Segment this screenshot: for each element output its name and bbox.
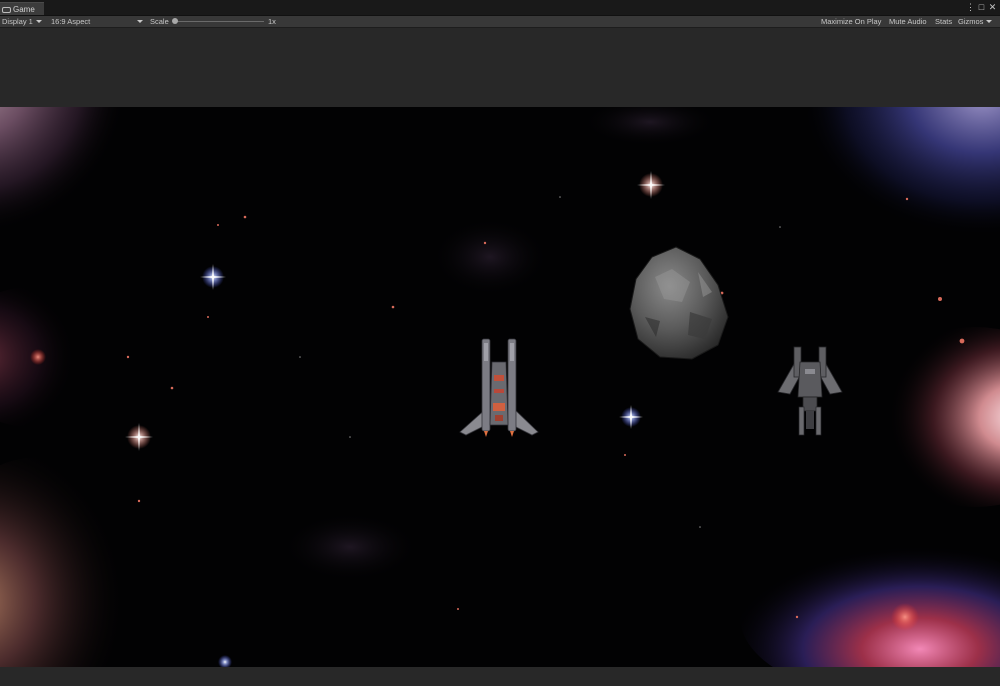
viewport-letterbox-bottom <box>0 667 1000 686</box>
mute-audio-toggle[interactable]: Mute Audio <box>889 16 927 27</box>
aspect-dropdown-label: 16:9 Aspect <box>51 17 91 26</box>
tab-bar: Game ⋮ □ ✕ <box>0 0 1000 16</box>
display-dropdown-label: Display 1 <box>2 17 33 26</box>
chevron-down-icon <box>986 20 993 23</box>
bright-star <box>218 655 232 667</box>
display-dropdown[interactable]: Display 1 <box>2 16 42 27</box>
maximize-on-play-toggle[interactable]: Maximize On Play <box>821 16 881 27</box>
maximize-icon[interactable]: □ <box>977 2 986 13</box>
scale-slider-track[interactable] <box>176 21 264 22</box>
gamepad-icon <box>2 7 11 13</box>
scale-value: 1x <box>268 17 276 26</box>
gizmos-dropdown[interactable]: Gizmos <box>958 16 993 27</box>
space-scene <box>0 107 1000 667</box>
tab-game[interactable]: Game <box>0 2 44 15</box>
game-toolbar: Display 1 16:9 Aspect Scale 1x Maximize … <box>0 16 1000 28</box>
bright-star <box>637 171 665 199</box>
asteroid <box>629 246 729 360</box>
bright-star <box>125 423 153 451</box>
scale-slider-thumb[interactable] <box>172 18 178 24</box>
viewport-letterbox-top <box>0 28 1000 107</box>
close-icon[interactable]: ✕ <box>988 2 997 13</box>
more-options-icon[interactable]: ⋮ <box>966 2 975 13</box>
bright-star <box>200 264 226 290</box>
player-spaceship <box>459 338 539 437</box>
gizmos-dropdown-label: Gizmos <box>958 17 984 26</box>
scale-label: Scale <box>150 17 169 26</box>
chevron-down-icon <box>35 20 42 23</box>
bright-star <box>619 405 643 429</box>
aspect-dropdown[interactable]: 16:9 Aspect <box>51 16 143 27</box>
game-view[interactable] <box>0 107 1000 667</box>
stats-toggle[interactable]: Stats <box>935 16 952 27</box>
enemy-spaceship <box>777 346 843 436</box>
tab-game-label: Game <box>13 5 35 14</box>
chevron-down-icon <box>137 20 143 23</box>
